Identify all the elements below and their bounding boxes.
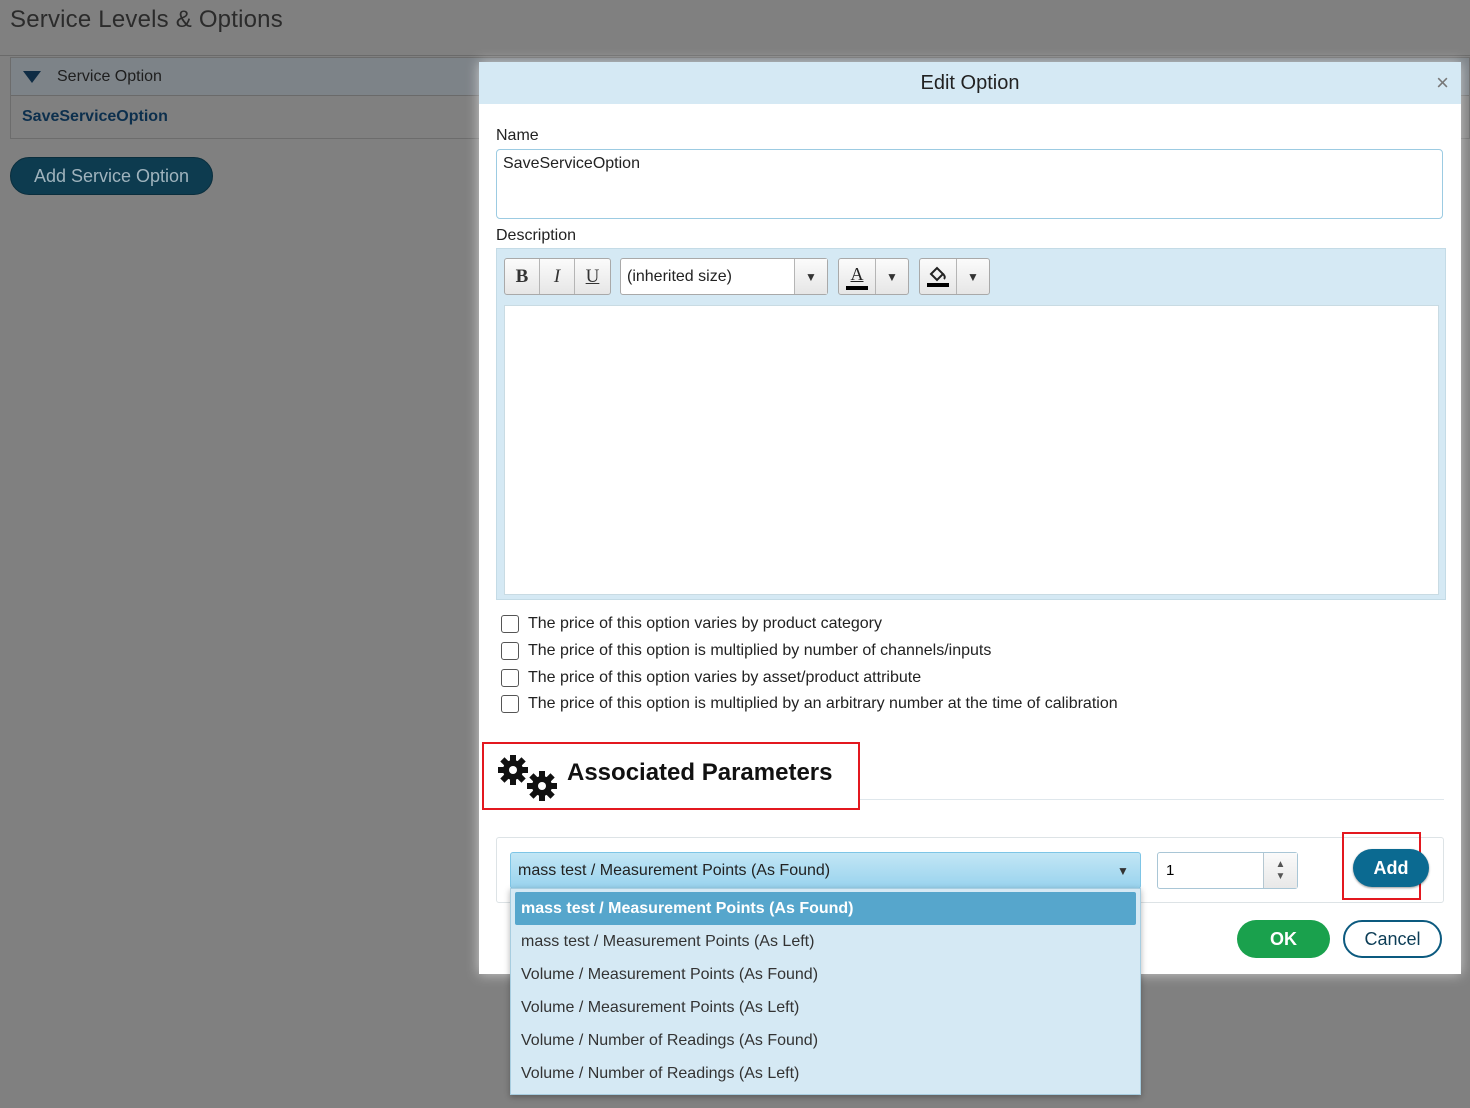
checkbox-label[interactable]: The price of this option varies by asset… <box>528 669 921 687</box>
spin-up-icon[interactable]: ▲ <box>1276 859 1286 871</box>
checkbox-row[interactable]: The price of this option varies by produ… <box>501 611 1118 638</box>
format-button-group: B I U <box>504 258 611 295</box>
page-title: Service Levels & Options <box>10 6 283 33</box>
font-size-select[interactable]: (inherited size) ▼ <box>620 258 828 295</box>
chevron-down-icon[interactable]: ▼ <box>1106 864 1140 878</box>
font-color-icon: A <box>850 263 864 284</box>
dialog-title: Edit Option <box>920 71 1020 94</box>
font-color-button[interactable]: A <box>839 259 876 294</box>
font-color-picker[interactable]: A ▼ <box>838 258 909 295</box>
ok-button[interactable]: OK <box>1237 920 1330 958</box>
parameter-dropdown-list: mass test / Measurement Points (As Found… <box>510 888 1141 1095</box>
list-item[interactable]: mass test / Measurement Points (As Found… <box>515 892 1136 925</box>
quantity-input[interactable] <box>1158 853 1263 888</box>
checkbox-row[interactable]: The price of this option varies by asset… <box>501 664 1118 691</box>
edit-option-dialog: Edit Option × Name SaveServiceOption Des… <box>479 62 1461 974</box>
list-item[interactable]: mass test / Measurement Points (As Left) <box>511 925 1140 958</box>
quantity-stepper[interactable]: ▲ ▼ <box>1157 852 1298 889</box>
add-button-highlight: Add <box>1342 832 1429 900</box>
add-service-option-button[interactable]: Add Service Option <box>10 157 213 195</box>
paint-bucket-icon <box>929 266 946 282</box>
editor-toolbar: B I U (inherited size) ▼ A ▼ ▼ <box>504 258 990 295</box>
associated-parameters-title: Associated Parameters <box>567 759 833 786</box>
spinner-arrows[interactable]: ▲ ▼ <box>1263 853 1297 888</box>
italic-button[interactable]: I <box>540 259 575 294</box>
grid-column-service-option[interactable]: Service Option <box>57 68 162 86</box>
chevron-down-icon[interactable]: ▼ <box>876 259 908 294</box>
background-color-picker[interactable]: ▼ <box>919 258 990 295</box>
header-divider <box>0 55 1470 56</box>
checkbox-label[interactable]: The price of this option varies by produ… <box>528 615 882 633</box>
bold-button[interactable]: B <box>505 259 540 294</box>
font-color-swatch <box>846 285 868 290</box>
spin-down-icon[interactable]: ▼ <box>1276 871 1286 883</box>
checkbox-row[interactable]: The price of this option is multiplied b… <box>501 691 1118 718</box>
description-text-area[interactable] <box>504 305 1439 595</box>
background-color-swatch <box>927 283 949 287</box>
add-parameter-button[interactable]: Add <box>1353 849 1429 887</box>
name-label: Name <box>496 127 539 144</box>
checkbox-row[interactable]: The price of this option is multiplied b… <box>501 638 1118 665</box>
filter-icon[interactable] <box>23 70 41 83</box>
chevron-down-icon[interactable]: ▼ <box>794 259 827 294</box>
checkbox[interactable] <box>501 642 519 661</box>
associated-parameters-header: Associated Parameters <box>482 742 860 810</box>
background-color-button[interactable] <box>920 259 957 294</box>
font-size-value: (inherited size) <box>627 267 732 285</box>
cancel-button[interactable]: Cancel <box>1343 920 1442 958</box>
checkbox-label[interactable]: The price of this option is multiplied b… <box>528 695 1118 713</box>
section-divider <box>860 799 1444 800</box>
gears-icon <box>498 755 557 801</box>
chevron-down-icon[interactable]: ▼ <box>957 259 989 294</box>
description-editor: B I U (inherited size) ▼ A ▼ ▼ <box>496 248 1446 600</box>
checkbox-label[interactable]: The price of this option is multiplied b… <box>528 642 991 660</box>
dialog-header: Edit Option × <box>479 62 1461 104</box>
checkbox[interactable] <box>501 615 519 634</box>
list-item[interactable]: Volume / Number of Readings (As Left) <box>511 1057 1140 1090</box>
list-item[interactable]: Volume / Measurement Points (As Found) <box>511 958 1140 991</box>
name-field[interactable]: SaveServiceOption <box>496 149 1443 219</box>
checkbox[interactable] <box>501 695 519 714</box>
parameter-select-value: mass test / Measurement Points (As Found… <box>518 861 831 879</box>
pricing-options: The price of this option varies by produ… <box>501 611 1118 718</box>
description-label: Description <box>496 227 577 244</box>
list-item[interactable]: Volume / Number of Readings (As Found) <box>511 1024 1140 1057</box>
close-icon[interactable]: × <box>1436 72 1449 94</box>
parameter-select[interactable]: mass test / Measurement Points (As Found… <box>510 852 1141 889</box>
underline-button[interactable]: U <box>575 259 610 294</box>
checkbox[interactable] <box>501 668 519 687</box>
list-item[interactable]: Volume / Measurement Points (As Left) <box>511 991 1140 1024</box>
